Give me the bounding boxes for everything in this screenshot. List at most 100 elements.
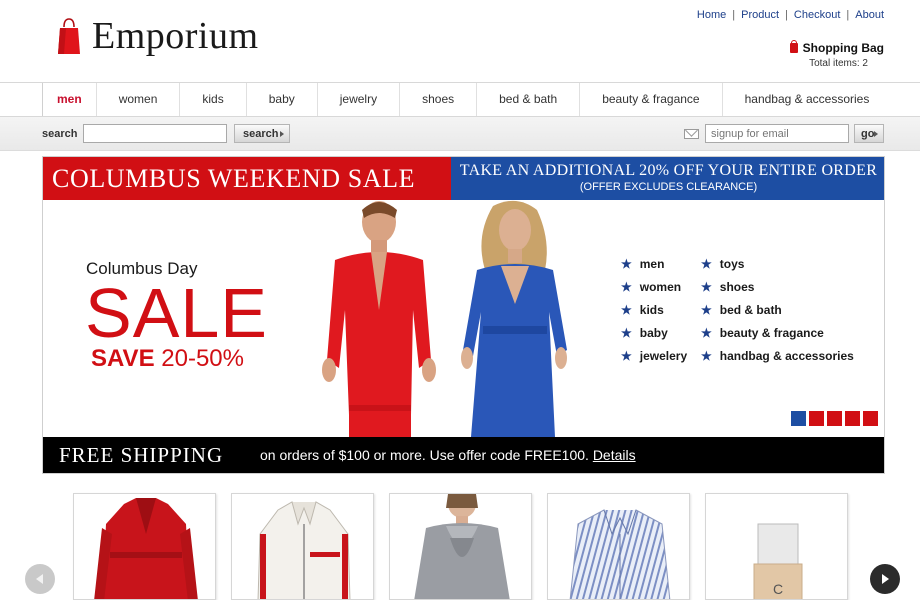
save-range: 20-50% xyxy=(161,345,244,372)
category-label: jewelery xyxy=(639,348,688,363)
shopping-bag-logo-icon xyxy=(58,17,80,55)
arrow-right-icon xyxy=(280,131,284,137)
sale-headline: COLUMBUS WEEKEND SALE xyxy=(43,157,451,200)
star-icon: ★ xyxy=(701,302,712,317)
separator: | xyxy=(732,9,736,21)
slide-dot-3[interactable] xyxy=(827,411,842,426)
envelope-icon xyxy=(684,129,699,139)
nav-item-shoes[interactable]: shoes xyxy=(399,83,476,116)
category-link-toys[interactable]: ★ toys xyxy=(701,252,854,275)
promo-banner[interactable]: COLUMBUS WEEKEND SALE TAKE AN ADDITIONAL… xyxy=(42,156,885,474)
slide-dot-5[interactable] xyxy=(863,411,878,426)
free-shipping-offer: on orders of $100 or more. Use offer cod… xyxy=(260,447,589,463)
category-label: men xyxy=(639,256,665,271)
svg-text:C: C xyxy=(773,581,783,597)
top-links: Home | Product | Checkout | About xyxy=(697,9,884,21)
nav-item-baby[interactable]: baby xyxy=(245,83,317,116)
slide-indicators xyxy=(791,411,881,426)
free-shipping-title: FREE SHIPPING xyxy=(59,443,224,467)
search-button-label: search xyxy=(243,127,279,140)
sale-text: SALE xyxy=(85,274,268,352)
arrow-right-icon xyxy=(882,574,889,584)
separator: | xyxy=(846,9,850,21)
nav-item-women[interactable]: women xyxy=(95,83,180,116)
category-label: women xyxy=(639,279,682,294)
checkout-link[interactable]: Checkout xyxy=(794,9,840,21)
category-label: kids xyxy=(639,302,664,317)
offer-line-2: (OFFER EXCLUDES CLEARANCE) xyxy=(579,181,758,193)
red-coat-image xyxy=(94,498,198,599)
carousel-next-button[interactable] xyxy=(870,564,900,594)
separator: | xyxy=(785,9,788,21)
nav-item-handbag-accessories[interactable]: handbag & accessories xyxy=(721,83,892,116)
slide-dot-1[interactable] xyxy=(791,411,806,426)
star-icon: ★ xyxy=(701,348,712,363)
search-button[interactable]: search xyxy=(234,124,290,143)
category-link-handbag-accessories[interactable]: ★ handbag & accessories xyxy=(701,344,854,367)
search-bar: search search go xyxy=(0,117,920,151)
star-icon: ★ xyxy=(701,256,712,271)
category-link-baby[interactable]: ★ baby xyxy=(621,321,687,344)
shopping-bag-icon xyxy=(789,40,798,53)
offer-line-1: TAKE AN ADDITIONAL 20% OFF YOUR ENTIRE O… xyxy=(459,162,878,179)
free-shipping-bar: FREE SHIPPING on orders of $100 or more.… xyxy=(43,437,884,473)
category-label: beauty & fragance xyxy=(719,325,824,340)
category-link-kids[interactable]: ★ kids xyxy=(621,298,687,321)
gray-top-image xyxy=(414,494,510,599)
go-button-label: go xyxy=(861,127,875,140)
product-card-white-jacket[interactable] xyxy=(231,493,374,600)
slide-dot-2[interactable] xyxy=(809,411,824,426)
product-card-gray-top[interactable] xyxy=(389,493,532,600)
save-word: SAVE xyxy=(91,345,155,372)
product-link[interactable]: Product xyxy=(741,9,779,21)
star-icon: ★ xyxy=(701,325,712,340)
product-card-striped-shirt[interactable] xyxy=(547,493,690,600)
category-list-left: ★ men ★ women ★ kids ★ baby ★ jewelery xyxy=(621,252,687,367)
fashion-models-image xyxy=(322,200,567,437)
striped-shirt-image xyxy=(569,509,671,599)
category-label: handbag & accessories xyxy=(719,348,854,363)
details-link[interactable]: Details xyxy=(593,447,636,463)
nav-item-beauty-fragance[interactable]: beauty & fragance xyxy=(579,83,721,116)
category-label: toys xyxy=(719,256,745,271)
arrow-right-icon xyxy=(874,131,878,137)
category-link-jewelery[interactable]: ★ jewelery xyxy=(621,344,687,367)
nav-item-bed-bath[interactable]: bed & bath xyxy=(476,83,579,116)
foundation-bottle-image: C xyxy=(753,523,803,599)
search-input[interactable] xyxy=(83,124,227,143)
star-icon: ★ xyxy=(621,325,632,340)
category-label: shoes xyxy=(719,279,755,294)
nav-item-men[interactable]: men xyxy=(42,83,96,116)
white-jacket-image xyxy=(257,501,351,599)
home-link[interactable]: Home xyxy=(697,9,726,21)
product-carousel: C xyxy=(0,493,920,600)
carousel-prev-button[interactable] xyxy=(25,564,55,594)
logo-text: Emporium xyxy=(92,15,259,57)
category-link-beauty-fragance[interactable]: ★ beauty & fragance xyxy=(701,321,854,344)
category-link-bed-bath[interactable]: ★ bed & bath xyxy=(701,298,854,321)
product-card-red-coat[interactable] xyxy=(73,493,216,600)
shopping-bag-link[interactable]: Shopping Bag xyxy=(789,40,884,55)
category-label: baby xyxy=(639,325,668,340)
search-label: search xyxy=(42,128,78,140)
offer-header: TAKE AN ADDITIONAL 20% OFF YOUR ENTIRE O… xyxy=(451,157,884,200)
nav-item-jewelry[interactable]: jewelry xyxy=(316,83,399,116)
email-signup-input[interactable] xyxy=(705,124,849,143)
about-link[interactable]: About xyxy=(855,9,884,21)
product-card-foundation[interactable]: C xyxy=(705,493,848,600)
logo[interactable]: Emporium xyxy=(58,14,259,58)
slide-dot-4[interactable] xyxy=(845,411,860,426)
nav-item-kids[interactable]: kids xyxy=(179,83,245,116)
star-icon: ★ xyxy=(701,279,712,294)
shopping-bag-label: Shopping Bag xyxy=(802,41,884,55)
category-link-women[interactable]: ★ women xyxy=(621,275,687,298)
save-text: SAVE 20-50% xyxy=(91,345,244,373)
total-items: Total items: 2 xyxy=(809,58,868,69)
category-link-shoes[interactable]: ★ shoes xyxy=(701,275,854,298)
category-link-men[interactable]: ★ men xyxy=(621,252,687,275)
star-icon: ★ xyxy=(621,302,632,317)
arrow-left-icon xyxy=(36,574,43,584)
category-list-right: ★ toys ★ shoes ★ bed & bath ★ beauty & fraga… xyxy=(701,252,854,367)
star-icon: ★ xyxy=(621,256,632,271)
go-button[interactable]: go xyxy=(854,124,884,143)
